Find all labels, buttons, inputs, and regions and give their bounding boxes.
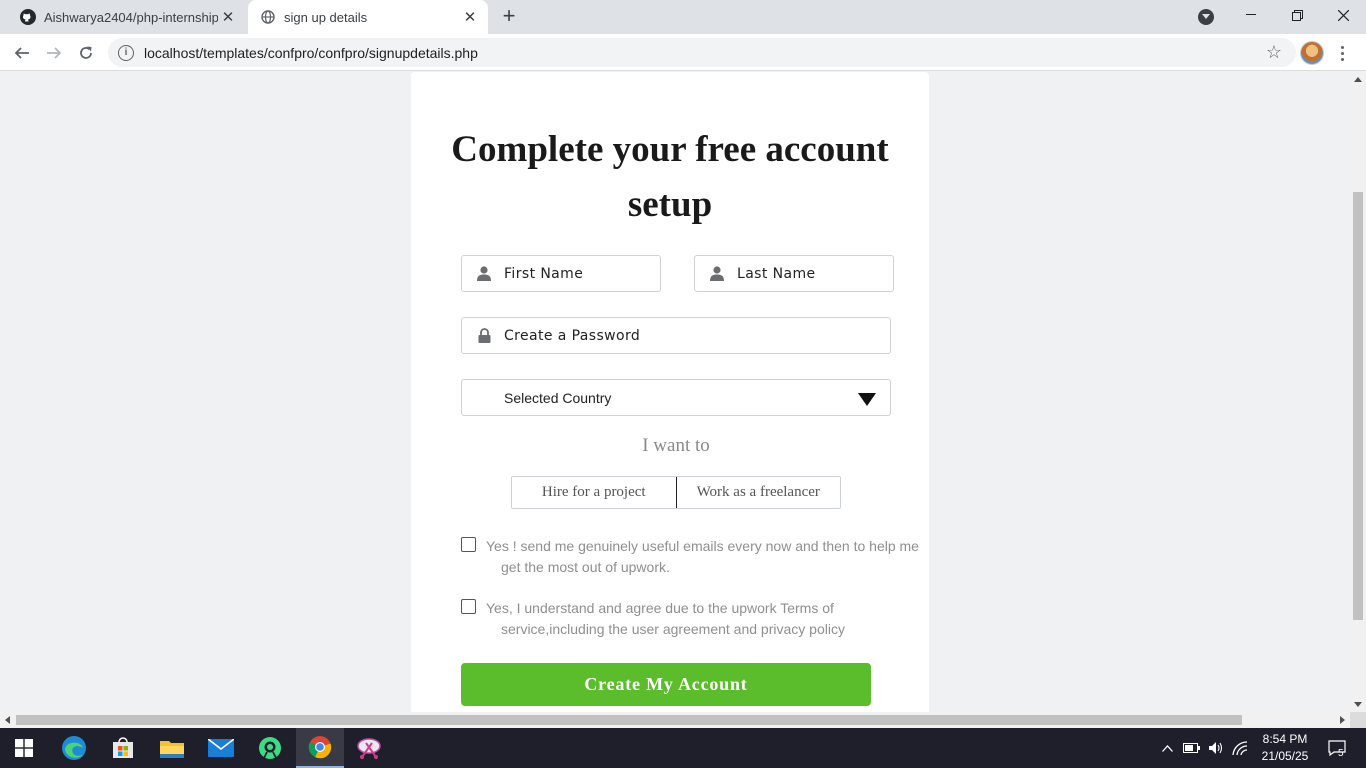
- browser-toolbar: i localhost/templates/confpro/confpro/si…: [0, 34, 1366, 71]
- tab-github[interactable]: Aishwarya2404/php-internship ✕: [8, 0, 246, 34]
- email-consent-label: Yes ! send me genuinely useful emails ev…: [486, 536, 919, 578]
- vertical-scrollbar[interactable]: [1350, 72, 1366, 712]
- work-as-freelancer-option[interactable]: Work as a freelancer: [675, 477, 841, 508]
- system-clock[interactable]: 8:54 PM 21/05/25: [1250, 731, 1320, 765]
- title-line-1: Complete your free account: [451, 129, 889, 170]
- lock-icon: [476, 328, 492, 344]
- battery-icon[interactable]: [1182, 728, 1202, 768]
- chrome-icon[interactable]: [296, 728, 344, 768]
- horizontal-scroll-thumb[interactable]: [16, 715, 1242, 725]
- tab-title: sign up details: [284, 9, 368, 25]
- arrow-left-icon: [14, 47, 29, 59]
- terms-label: Yes, I understand and agree due to the u…: [486, 598, 845, 640]
- reload-icon: [80, 46, 92, 59]
- first-name-field[interactable]: First Name: [461, 255, 661, 292]
- network-icon[interactable]: [1230, 728, 1250, 768]
- reload-button[interactable]: [73, 40, 99, 66]
- restore-button[interactable]: [1274, 0, 1320, 30]
- new-tab-button[interactable]: +: [498, 5, 520, 28]
- show-hidden-icons-chevron-icon[interactable]: [1158, 728, 1176, 768]
- address-bar[interactable]: i localhost/templates/confpro/confpro/si…: [108, 38, 1296, 67]
- password-placeholder: Create a Password: [504, 327, 641, 344]
- terms-line-1: Yes, I understand and agree due to the u…: [486, 600, 834, 616]
- vertical-scroll-thumb[interactable]: [1353, 192, 1363, 620]
- tab-title: Aishwarya2404/php-internship: [44, 9, 218, 25]
- edge-icon[interactable]: [50, 728, 98, 768]
- mail-icon[interactable]: [197, 728, 245, 768]
- store-icon[interactable]: [99, 728, 147, 768]
- country-selected-value: Selected Country: [504, 389, 612, 406]
- snipping-tool-icon[interactable]: [345, 728, 393, 768]
- close-tab-icon[interactable]: ✕: [460, 7, 480, 27]
- windows-taskbar: 8:54 PM 21/05/25 5: [0, 728, 1366, 768]
- browser-menu-button[interactable]: [1334, 41, 1350, 65]
- scrollbar-corner: [1350, 712, 1366, 728]
- android-studio-icon[interactable]: [246, 728, 294, 768]
- close-icon: [1337, 9, 1349, 21]
- email-consent-row: Yes ! send me genuinely useful emails ev…: [461, 536, 931, 578]
- clock-time: 8:54 PM: [1262, 732, 1308, 746]
- create-account-button[interactable]: Create My Account: [461, 663, 871, 706]
- volume-icon[interactable]: [1206, 728, 1226, 768]
- hire-for-project-option[interactable]: Hire for a project: [512, 477, 676, 508]
- arrow-right-icon: [47, 47, 62, 59]
- email-consent-checkbox[interactable]: [461, 537, 476, 552]
- bookmark-star-icon[interactable]: ☆: [1262, 42, 1286, 63]
- back-button[interactable]: [9, 40, 35, 66]
- signup-card: Complete your free account setup First N…: [411, 72, 929, 712]
- scroll-right-arrow-icon[interactable]: [1340, 716, 1345, 724]
- profile-avatar[interactable]: [1300, 41, 1324, 65]
- last-name-placeholder: Last Name: [737, 265, 816, 282]
- url-text: localhost/templates/confpro/confpro/sign…: [144, 44, 478, 61]
- tab-search-button[interactable]: [1198, 9, 1214, 25]
- globe-icon: [260, 9, 276, 25]
- notification-count-badge: 5: [1338, 748, 1344, 759]
- terms-checkbox[interactable]: [461, 599, 476, 614]
- tab-sign-up-details[interactable]: sign up details ✕: [248, 0, 488, 34]
- restore-icon: [1291, 9, 1303, 21]
- windows-start-icon[interactable]: [0, 728, 48, 768]
- github-icon: [20, 9, 36, 25]
- page-title: Complete your free account setup: [411, 122, 929, 232]
- minimize-icon: [1246, 14, 1256, 15]
- scroll-up-arrow-icon[interactable]: [1354, 77, 1362, 82]
- email-consent-line-2: get the most out of upwork.: [501, 559, 670, 575]
- country-select[interactable]: Selected Country: [461, 379, 891, 416]
- intent-label: I want to: [642, 435, 710, 456]
- horizontal-scrollbar[interactable]: [0, 712, 1350, 728]
- user-icon: [476, 266, 492, 282]
- terms-line-2: service,including the user agreement and…: [501, 621, 845, 637]
- site-info-icon[interactable]: i: [118, 44, 134, 61]
- close-tab-icon[interactable]: ✕: [218, 7, 238, 27]
- email-consent-line-1: Yes ! send me genuinely useful emails ev…: [486, 538, 919, 554]
- scroll-left-arrow-icon[interactable]: [5, 716, 10, 724]
- title-line-2: setup: [627, 184, 713, 225]
- page-viewport: Complete your free account setup First N…: [0, 72, 1350, 712]
- password-field[interactable]: Create a Password: [461, 317, 891, 354]
- notification-center-button[interactable]: 5: [1322, 728, 1352, 768]
- user-icon: [709, 266, 725, 282]
- close-window-button[interactable]: [1320, 0, 1366, 30]
- last-name-field[interactable]: Last Name: [694, 255, 894, 292]
- minimize-button[interactable]: [1228, 0, 1274, 30]
- scroll-down-arrow-icon[interactable]: [1354, 702, 1362, 707]
- forward-button[interactable]: [41, 40, 67, 66]
- chevron-down-icon: [1202, 14, 1210, 19]
- file-explorer-icon[interactable]: [148, 728, 196, 768]
- dropdown-caret-icon: [858, 393, 876, 406]
- tab-strip: Aishwarya2404/php-internship ✕ sign up d…: [0, 0, 1366, 34]
- clock-date: 21/05/25: [1261, 749, 1309, 763]
- first-name-placeholder: First Name: [504, 265, 584, 282]
- terms-row: Yes, I understand and agree due to the u…: [461, 598, 931, 640]
- intent-toggle: Hire for a project Work as a freelancer: [511, 476, 841, 509]
